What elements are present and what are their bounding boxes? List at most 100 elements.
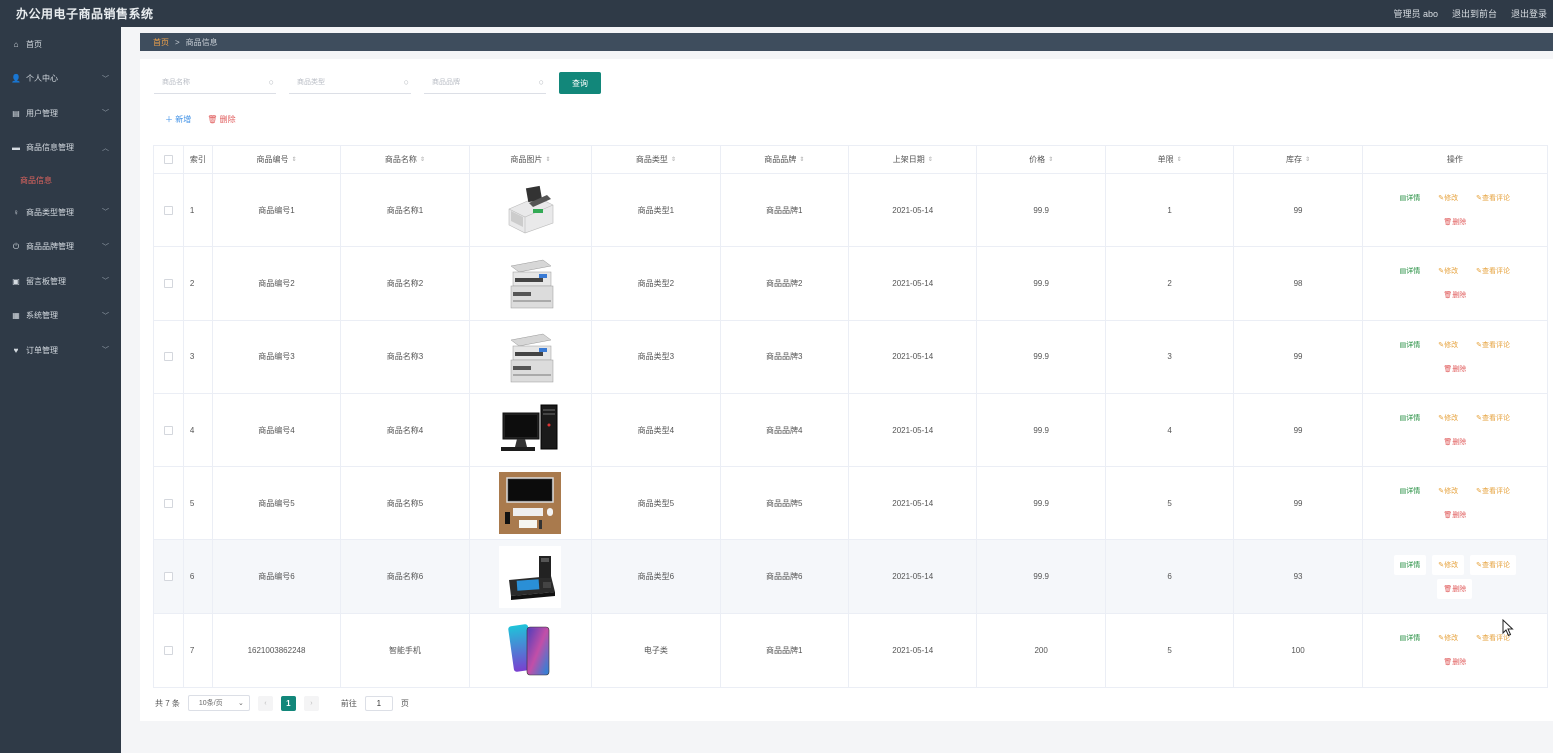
add-button[interactable]: ＋ 新增	[165, 114, 191, 125]
chevron-down-icon: ﹀	[102, 110, 109, 117]
detail-button[interactable]: ▤ 详情	[1394, 335, 1427, 355]
sidebar-item-1[interactable]: 👤 个人中心 ﹀	[0, 62, 121, 97]
edit-button[interactable]: ✎ 修改	[1432, 481, 1464, 501]
detail-button[interactable]: ▤ 详情	[1394, 481, 1427, 501]
edit-button[interactable]: ✎ 修改	[1432, 554, 1465, 575]
product-type-input[interactable]	[289, 72, 411, 93]
product-image-copier[interactable]	[499, 325, 562, 388]
detail-button[interactable]: ▤ 详情	[1394, 408, 1427, 428]
page-size-select[interactable]: 10条/页 ⌄	[187, 695, 250, 711]
table-row[interactable]: 3 商品编号3 商品名称3 商品类型3 商品品牌3 2021-05-14 99.9 3 99 ▤ …	[154, 320, 1547, 394]
sidebar-menu: ⌂ 首页 👤 个人中心 ﹀ ▤ 用户管理 ﹀ ▬ 商品信息管理 ︿ 商品信息 ♀ 商品类型管理 ﹀ ⏻ 商品品牌…	[0, 27, 121, 368]
product-name-input[interactable]	[154, 72, 276, 93]
product-image-copier[interactable]	[499, 252, 562, 315]
select-all-checkbox[interactable]	[163, 155, 173, 164]
sidebar-item-8[interactable]: ♥ 订单管理 ﹀	[0, 333, 121, 368]
edit-button[interactable]: ✎ 修改	[1432, 335, 1464, 355]
row-checkbox[interactable]	[163, 278, 173, 288]
delete-button[interactable]: 🗑 删除	[1437, 359, 1472, 379]
prev-page-button[interactable]: ‹	[257, 695, 273, 711]
header-brand[interactable]: 商品品牌 ⇕	[721, 146, 849, 173]
cell-limit: 4	[1106, 393, 1235, 467]
next-page-button[interactable]: ›	[303, 695, 319, 711]
delete-button[interactable]: 🗑 删除	[1437, 432, 1472, 452]
sidebar-item-2[interactable]: ▤ 用户管理 ﹀	[0, 96, 121, 131]
cell-index: 7	[184, 613, 213, 688]
header-limit[interactable]: 单限 ⇕	[1106, 146, 1235, 173]
view-reviews-button[interactable]: ✎ 查看评论	[1470, 188, 1516, 208]
sidebar-item-6[interactable]: ▣ 留言板管理 ﹀	[0, 264, 121, 299]
header-brand-label: 商品品牌	[764, 155, 797, 164]
edit-button[interactable]: ✎ 修改	[1432, 628, 1464, 648]
product-brand-input[interactable]	[424, 72, 546, 93]
product-image-desktop-computer[interactable]	[499, 399, 562, 462]
cell-index: 4	[184, 393, 213, 467]
header-code[interactable]: 商品编号 ⇕	[213, 146, 342, 173]
sidebar-subitem-active[interactable]: 商品信息	[0, 165, 121, 195]
row-checkbox[interactable]	[163, 352, 173, 362]
view-reviews-button[interactable]: ✎ 查看评论	[1470, 554, 1517, 575]
header-date[interactable]: 上架日期 ⇕	[849, 146, 978, 173]
row-checkbox[interactable]	[163, 645, 173, 655]
to-frontend-link[interactable]: 退出到前台	[1452, 7, 1497, 20]
row-checkbox[interactable]	[163, 572, 173, 582]
sidebar-item-7[interactable]: ▦ 系统管理 ﹀	[0, 299, 121, 334]
table-row[interactable]: 7 1621003862248 智能手机 电子类 商品品牌1 2021-05-14 200 5…	[154, 613, 1547, 688]
table-row[interactable]: 6 商品编号6 商品名称6 商品类型6 商品品牌6 2021-05-14 99.9 6 93 ▤ …	[154, 540, 1547, 614]
sidebar-item-4[interactable]: ♀ 商品类型管理 ﹀	[0, 195, 121, 230]
logout-link[interactable]: 退出登录	[1511, 7, 1547, 20]
table-row[interactable]: 1 商品编号1 商品名称1 商品类型1 商品品牌1 2021-05-14 99.9 1 99 ▤ …	[154, 174, 1547, 248]
table-row[interactable]: 4 商品编号4 商品名称4 商品类型4 商品品牌4 2021-05-14 99.9 4 99 ▤ …	[154, 393, 1547, 468]
delete-button[interactable]: 🗑 删除	[1437, 212, 1472, 232]
header-name[interactable]: 商品名称 ⇕	[341, 146, 470, 173]
select-cell	[154, 540, 184, 613]
cell-image	[470, 320, 593, 393]
detail-button[interactable]: ▤ 详情	[1394, 188, 1427, 208]
product-image-imac-desk[interactable]	[499, 472, 562, 535]
header-image[interactable]: 商品图片 ⇕	[470, 146, 593, 173]
header-date-label: 上架日期	[892, 155, 925, 164]
goto-page-input[interactable]	[364, 695, 393, 711]
table-row[interactable]: 5 商品编号5 商品名称5 商品类型5 商品品牌5 2021-05-14 99.9 5 99 ▤ …	[154, 467, 1547, 541]
row-checkbox[interactable]	[163, 205, 173, 215]
sidebar-item-3[interactable]: ▬ 商品信息管理 ︿	[0, 131, 121, 166]
detail-button[interactable]: ▤ 详情	[1393, 554, 1427, 575]
detail-button[interactable]: ▤ 详情	[1394, 628, 1427, 648]
bulk-delete-button[interactable]: 🗑 删除	[207, 114, 235, 125]
sidebar-item-5[interactable]: ⏻ 商品品牌管理 ﹀	[0, 230, 121, 265]
breadcrumb-home[interactable]: 首页	[153, 37, 169, 48]
cell-limit-text: 4	[1167, 425, 1172, 435]
query-button[interactable]: 查询	[559, 72, 601, 94]
view-reviews-button[interactable]: ✎ 查看评论	[1470, 335, 1516, 355]
cell-code: 1621003862248	[213, 613, 342, 688]
edit-button[interactable]: ✎ 修改	[1432, 408, 1464, 428]
table-row[interactable]: 2 商品编号2 商品名称2 商品类型2 商品品牌2 2021-05-14 99.9 2 98 ▤ …	[154, 247, 1547, 321]
bulb-icon: ♀	[13, 207, 19, 217]
view-reviews-button[interactable]: ✎ 查看评论	[1470, 408, 1516, 428]
edit-button[interactable]: ✎ 修改	[1432, 188, 1464, 208]
delete-button[interactable]: 🗑 删除	[1437, 652, 1472, 672]
row-checkbox[interactable]	[163, 498, 173, 508]
delete-button[interactable]: 🗑 删除	[1437, 285, 1472, 305]
search-icon: ○	[538, 76, 544, 87]
view-reviews-button[interactable]: ✎ 查看评论	[1470, 261, 1516, 281]
row-actions: ▤ 详情 ✎ 修改 ✎ 查看评论 🗑 删除	[1363, 554, 1547, 599]
sidebar-item-0[interactable]: ⌂ 首页	[0, 27, 121, 62]
edit-button[interactable]: ✎ 修改	[1432, 261, 1464, 281]
cell-code-text: 商品编号6	[258, 572, 295, 582]
delete-button[interactable]: 🗑 删除	[1437, 505, 1472, 525]
header-type[interactable]: 商品类型 ⇕	[592, 146, 721, 173]
cell-image	[470, 467, 593, 540]
page-number-current[interactable]: 1	[280, 695, 296, 711]
header-stock[interactable]: 库存 ⇕	[1234, 146, 1363, 173]
row-checkbox[interactable]	[163, 425, 173, 435]
product-image-money-counter[interactable]	[499, 179, 562, 242]
cell-date: 2021-05-14	[849, 320, 978, 393]
header-price[interactable]: 价格 ⇕	[977, 146, 1106, 173]
detail-button[interactable]: ▤ 详情	[1394, 261, 1427, 281]
cell-type: 商品类型4	[592, 393, 721, 467]
delete-button[interactable]: 🗑 删除	[1437, 578, 1473, 599]
product-image-pos-terminal[interactable]	[499, 545, 562, 608]
view-reviews-button[interactable]: ✎ 查看评论	[1470, 481, 1516, 501]
product-image-smartphone[interactable]	[499, 619, 562, 682]
